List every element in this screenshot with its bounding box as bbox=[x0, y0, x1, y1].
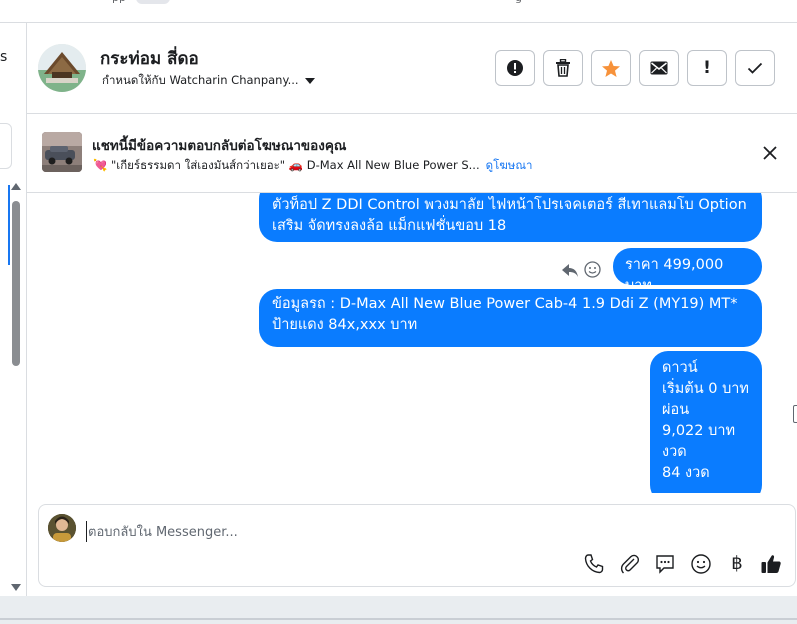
delete-button[interactable] bbox=[543, 50, 583, 86]
heart-emoji-icon: 💘 bbox=[93, 158, 108, 172]
envelope-icon bbox=[650, 61, 668, 75]
star-icon bbox=[602, 59, 620, 77]
conversation-header: กระท่อม สี่ดอ กำหนดให้กับ Watcharin Chan… bbox=[27, 23, 797, 114]
car-emoji-icon: 🚗 bbox=[288, 158, 304, 172]
message-bubble[interactable]: ตัวท็อป Z DDI Control พวงมาลัย ไฟหน้าโปร… bbox=[259, 193, 762, 242]
thread-scroll-handle[interactable] bbox=[793, 405, 797, 423]
message-thread[interactable]: ตัวท็อป Z DDI Control พวงมาลัย ไฟหน้าโปร… bbox=[27, 193, 797, 493]
message-line: งวด bbox=[662, 444, 687, 460]
emoji-icon[interactable] bbox=[690, 553, 712, 575]
phone-icon[interactable] bbox=[583, 553, 605, 575]
divider bbox=[0, 618, 797, 620]
view-ad-link[interactable]: ดูโฆษณา bbox=[486, 158, 533, 172]
reply-input[interactable]: ตอบกลับใน Messenger... bbox=[86, 521, 238, 542]
message-line: 84 งวด bbox=[662, 465, 710, 481]
scroll-up-arrow[interactable] bbox=[11, 183, 21, 190]
emoji-react-icon[interactable] bbox=[584, 261, 601, 278]
left-panel-letter: s bbox=[0, 49, 8, 65]
message-bubble[interactable]: ราคา 499,000 บาท bbox=[613, 248, 762, 294]
star-button[interactable] bbox=[591, 50, 631, 86]
message-line: เริ่มต้น 0 บาท bbox=[662, 381, 749, 397]
top-fragment: pp bbox=[112, 0, 126, 4]
message-bubble[interactable]: ดาวน์ เริ่มต้น 0 บาท ผ่อน 9,022 บาท งวด … bbox=[650, 351, 762, 493]
assign-dropdown[interactable]: กำหนดให้กับ Watcharin Chanpany... bbox=[102, 72, 315, 90]
paperclip-icon[interactable] bbox=[619, 553, 641, 575]
mark-done-button[interactable] bbox=[735, 50, 775, 86]
trash-icon bbox=[556, 59, 570, 77]
reply-composer: ตอบกลับใน Messenger... ฿ bbox=[38, 504, 796, 587]
left-panel-box[interactable] bbox=[0, 123, 12, 169]
scroll-thumb[interactable] bbox=[12, 201, 20, 366]
ad-product: D-Max All New Blue Power S... bbox=[303, 158, 480, 172]
contact-name: กระท่อม สี่ดอ bbox=[100, 49, 199, 69]
close-icon[interactable] bbox=[763, 146, 777, 160]
message-line: ผ่อน bbox=[662, 402, 690, 418]
ad-banner-text: 💘 "เกียร์ธรรมดา ใส่เองมันส์กว่าเยอะ" 🚗 D… bbox=[93, 157, 533, 175]
ad-thumbnail[interactable] bbox=[42, 132, 82, 172]
chevron-down-icon bbox=[304, 77, 315, 84]
message-line: ดาวน์ bbox=[662, 360, 698, 376]
follow-up-button[interactable]: ! bbox=[687, 50, 727, 86]
assign-label: กำหนดให้กับ Watcharin Chanpany... bbox=[102, 73, 299, 87]
ad-quote: "เกียร์ธรรมดา ใส่เองมันส์กว่าเยอะ" bbox=[107, 158, 289, 172]
ad-banner-title: แชทนี้มีข้อความตอบกลับต่อโฆษณาของคุณ bbox=[92, 138, 347, 154]
scroll-down-arrow[interactable] bbox=[11, 584, 21, 591]
top-tab-pill[interactable] bbox=[136, 0, 170, 4]
message-line: 9,022 บาท bbox=[662, 423, 736, 439]
alert-circle-icon bbox=[507, 60, 523, 76]
contact-avatar[interactable] bbox=[38, 44, 86, 92]
thumbs-up-icon[interactable] bbox=[760, 553, 782, 575]
user-avatar bbox=[48, 514, 76, 542]
saved-reply-icon[interactable] bbox=[654, 553, 676, 575]
top-strip: pp g bbox=[0, 0, 797, 23]
mark-spam-button[interactable] bbox=[495, 50, 535, 86]
conversation-scrollbar[interactable] bbox=[9, 183, 23, 593]
exclamation-icon: ! bbox=[703, 58, 711, 78]
mark-unread-button[interactable] bbox=[639, 50, 679, 86]
checkmark-icon bbox=[747, 62, 763, 74]
baht-icon[interactable]: ฿ bbox=[726, 553, 748, 575]
ad-context-bar: แชทนี้มีข้อความตอบกลับต่อโฆษณาของคุณ 💘 "… bbox=[27, 114, 797, 193]
bottom-bar bbox=[0, 596, 797, 624]
top-fragment: g bbox=[515, 0, 522, 4]
reply-icon[interactable] bbox=[561, 262, 579, 278]
message-bubble[interactable]: ข้อมูลรถ : D-Max All New Blue Power Cab-… bbox=[259, 289, 762, 347]
